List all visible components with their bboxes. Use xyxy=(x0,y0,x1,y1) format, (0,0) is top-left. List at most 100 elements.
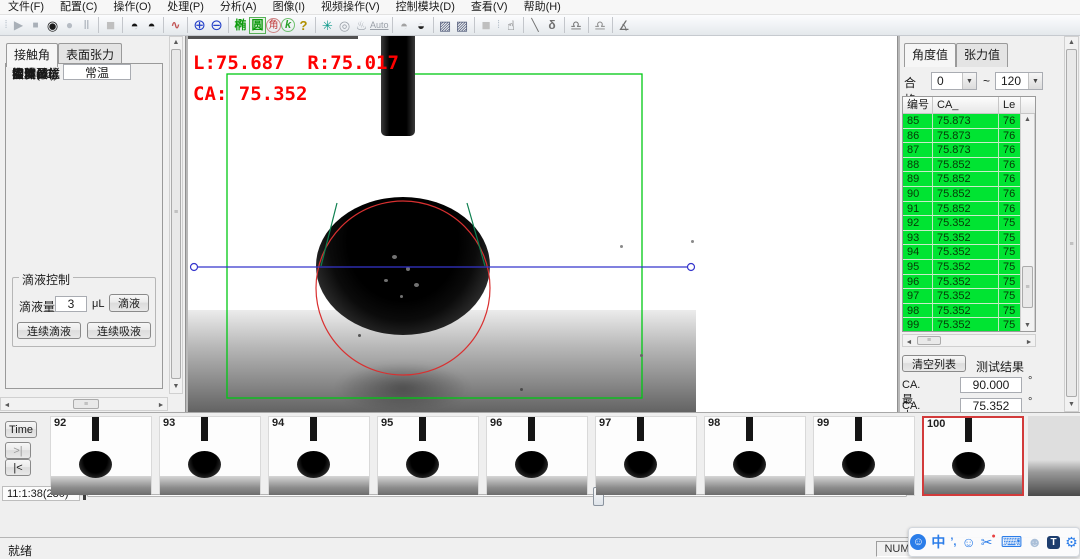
camera-icon[interactable]: ◉ xyxy=(44,17,61,34)
scroll-left-icon[interactable]: ◄ xyxy=(905,338,913,348)
account-icon[interactable]: ☺ xyxy=(910,534,926,550)
drop-profile2-icon[interactable]: ◓ xyxy=(143,17,160,34)
menu-help[interactable]: 帮助(H) xyxy=(516,0,569,15)
max-angle-combo[interactable]: 120 ▼ xyxy=(995,72,1043,90)
chevron-down-icon[interactable]: ▼ xyxy=(1028,73,1042,89)
min-angle-combo[interactable]: 0 ▼ xyxy=(931,72,977,90)
drop-profile-icon[interactable]: ◓ xyxy=(126,17,143,34)
experiment-req-field[interactable]: 常温 xyxy=(63,64,131,80)
separator[interactable] xyxy=(433,17,434,33)
separator[interactable] xyxy=(612,17,613,33)
separator[interactable] xyxy=(163,17,164,33)
keyboard-icon[interactable]: ⌨ xyxy=(1001,533,1023,551)
frame-capture-icon[interactable]: ■ xyxy=(102,17,119,34)
frame-thumbnail[interactable]: 95 xyxy=(377,416,479,496)
separator[interactable] xyxy=(523,17,524,33)
theta-tool-icon[interactable]: δ xyxy=(544,17,561,34)
settings-gear-icon[interactable]: ⚙ xyxy=(1065,534,1078,551)
menu-view[interactable]: 查看(V) xyxy=(463,0,516,15)
pause-icon[interactable]: ‖ xyxy=(78,17,95,34)
hand-tool-icon[interactable]: ☝ xyxy=(503,17,520,34)
ellipse-cut-icon[interactable]: ⊖ xyxy=(208,17,225,34)
separator[interactable] xyxy=(315,17,316,33)
video-canvas[interactable]: L:75.687 R:75.017 CA: 75.352 xyxy=(188,36,897,412)
frame-thumbnail[interactable]: 97 xyxy=(595,416,697,496)
table-row[interactable]: 99 75.352 75 xyxy=(903,318,1035,332)
scroll-right-icon[interactable]: ► xyxy=(157,401,165,411)
table-hscrollbar[interactable]: ◄ ≡ ► xyxy=(902,334,1036,347)
chinese-mode-icon[interactable]: 中 xyxy=(931,532,945,552)
right-vscroll-thumb[interactable]: ≡ xyxy=(1066,49,1077,397)
scroll-right-icon[interactable]: ► xyxy=(1025,338,1033,348)
menu-control-module[interactable]: 控制模块(D) xyxy=(388,0,463,15)
notification-dot-icon[interactable]: ● xyxy=(991,533,995,540)
emoji-icon[interactable]: ☺ xyxy=(961,534,975,550)
table-vscrollbar[interactable]: ▲ ≡ ▼ xyxy=(1020,114,1035,332)
frame-thumbnail[interactable]: 93 xyxy=(159,416,261,496)
person-icon[interactable]: ☻ xyxy=(1027,534,1042,550)
toolbar-grip[interactable]: ⁞ xyxy=(2,17,10,34)
max-angle-input[interactable]: 90.000 xyxy=(960,377,1022,393)
frame2-icon[interactable]: ■ xyxy=(478,17,495,34)
separator[interactable] xyxy=(564,17,565,33)
chart2-icon[interactable]: ▨ xyxy=(454,17,471,34)
crosshair-circle-icon[interactable]: ⊕ xyxy=(191,17,208,34)
punctuation-icon[interactable]: ’, xyxy=(950,536,956,548)
menu-file[interactable]: 文件(F) xyxy=(0,0,52,15)
separator[interactable] xyxy=(98,17,99,33)
left-panel-hscrollbar[interactable]: ◄ ≡ ► xyxy=(0,397,168,411)
table-hscroll-thumb[interactable]: ≡ xyxy=(917,336,941,345)
chevron-down-icon[interactable]: ▼ xyxy=(962,73,976,89)
table-row[interactable]: 97 75.352 75 xyxy=(903,289,1035,304)
separator[interactable] xyxy=(474,17,475,33)
frame-thumbnail[interactable]: 92 xyxy=(50,416,152,496)
dispense-button[interactable]: 滴液 xyxy=(109,294,149,312)
table-row[interactable]: 91 75.852 76 xyxy=(903,202,1035,217)
col-header-ca[interactable]: CA_ xyxy=(933,97,999,113)
table-row[interactable]: 94 75.352 75 xyxy=(903,245,1035,260)
left-vscroll-thumb[interactable]: ≡ xyxy=(171,49,181,379)
menu-video-ops[interactable]: 视频操作(V) xyxy=(313,0,388,15)
continuous-drop-button[interactable]: 连续滴液 xyxy=(17,322,81,339)
table-row[interactable]: 98 75.352 75 xyxy=(903,304,1035,319)
next-frame-button[interactable]: >| xyxy=(5,442,31,459)
frame-thumbnail[interactable]: 99 xyxy=(813,416,915,496)
table-row[interactable]: 92 75.352 75 xyxy=(903,216,1035,231)
scroll-left-icon[interactable]: ◄ xyxy=(3,401,11,411)
scroll-down-icon[interactable]: ▼ xyxy=(170,382,182,392)
menu-analyze[interactable]: 分析(A) xyxy=(212,0,265,15)
curve-icon[interactable]: ∿ xyxy=(167,17,184,34)
ellipse-fit-icon[interactable]: 椭 xyxy=(232,17,249,34)
scroll-up-icon[interactable]: ▲ xyxy=(170,38,182,48)
tab-angle-values[interactable]: 角度值 xyxy=(904,43,956,67)
table-row[interactable]: 88 75.852 76 xyxy=(903,158,1035,173)
drop-volume-input[interactable]: 3 xyxy=(55,296,87,312)
skin-icon[interactable]: T xyxy=(1047,536,1060,549)
menu-config[interactable]: 配置(C) xyxy=(52,0,105,15)
separator[interactable] xyxy=(187,17,188,33)
play-icon[interactable]: ▶ xyxy=(10,17,27,34)
separator[interactable] xyxy=(392,17,393,33)
frame-thumbnail[interactable]: 100 xyxy=(922,416,1024,496)
table-row[interactable]: 85 75.873 76 xyxy=(903,114,1035,129)
scroll-down-icon[interactable]: ▼ xyxy=(1021,321,1034,331)
left-hscroll-thumb[interactable]: ≡ xyxy=(73,399,99,409)
help-icon[interactable]: ? xyxy=(295,17,312,34)
right-panel-vscrollbar[interactable]: ▲ ≡ ▼ xyxy=(1064,36,1079,412)
col-header-id[interactable]: 编号 xyxy=(903,97,933,113)
first-frame-button[interactable]: |< xyxy=(5,459,31,476)
dome-gray-icon[interactable]: ◓ xyxy=(396,17,413,34)
stop-icon[interactable]: ■ xyxy=(27,17,44,34)
dispense-icon[interactable]: ♨ xyxy=(353,17,370,34)
arc-measure-icon[interactable]: ♎ xyxy=(568,17,585,34)
separator[interactable] xyxy=(228,17,229,33)
table-row[interactable]: 96 75.352 75 xyxy=(903,275,1035,290)
scroll-up-icon[interactable]: ▲ xyxy=(1021,115,1034,125)
table-row[interactable]: 89 75.852 76 xyxy=(903,172,1035,187)
record-icon[interactable]: ● xyxy=(61,17,78,34)
left-panel-vscrollbar[interactable]: ▲ ≡ ▼ xyxy=(169,36,183,394)
tab-contact-angle[interactable]: 接触角 xyxy=(6,43,58,67)
table-row[interactable]: 86 75.873 76 xyxy=(903,129,1035,144)
menu-image[interactable]: 图像(I) xyxy=(265,0,313,15)
table-row[interactable]: 87 75.873 76 xyxy=(903,143,1035,158)
